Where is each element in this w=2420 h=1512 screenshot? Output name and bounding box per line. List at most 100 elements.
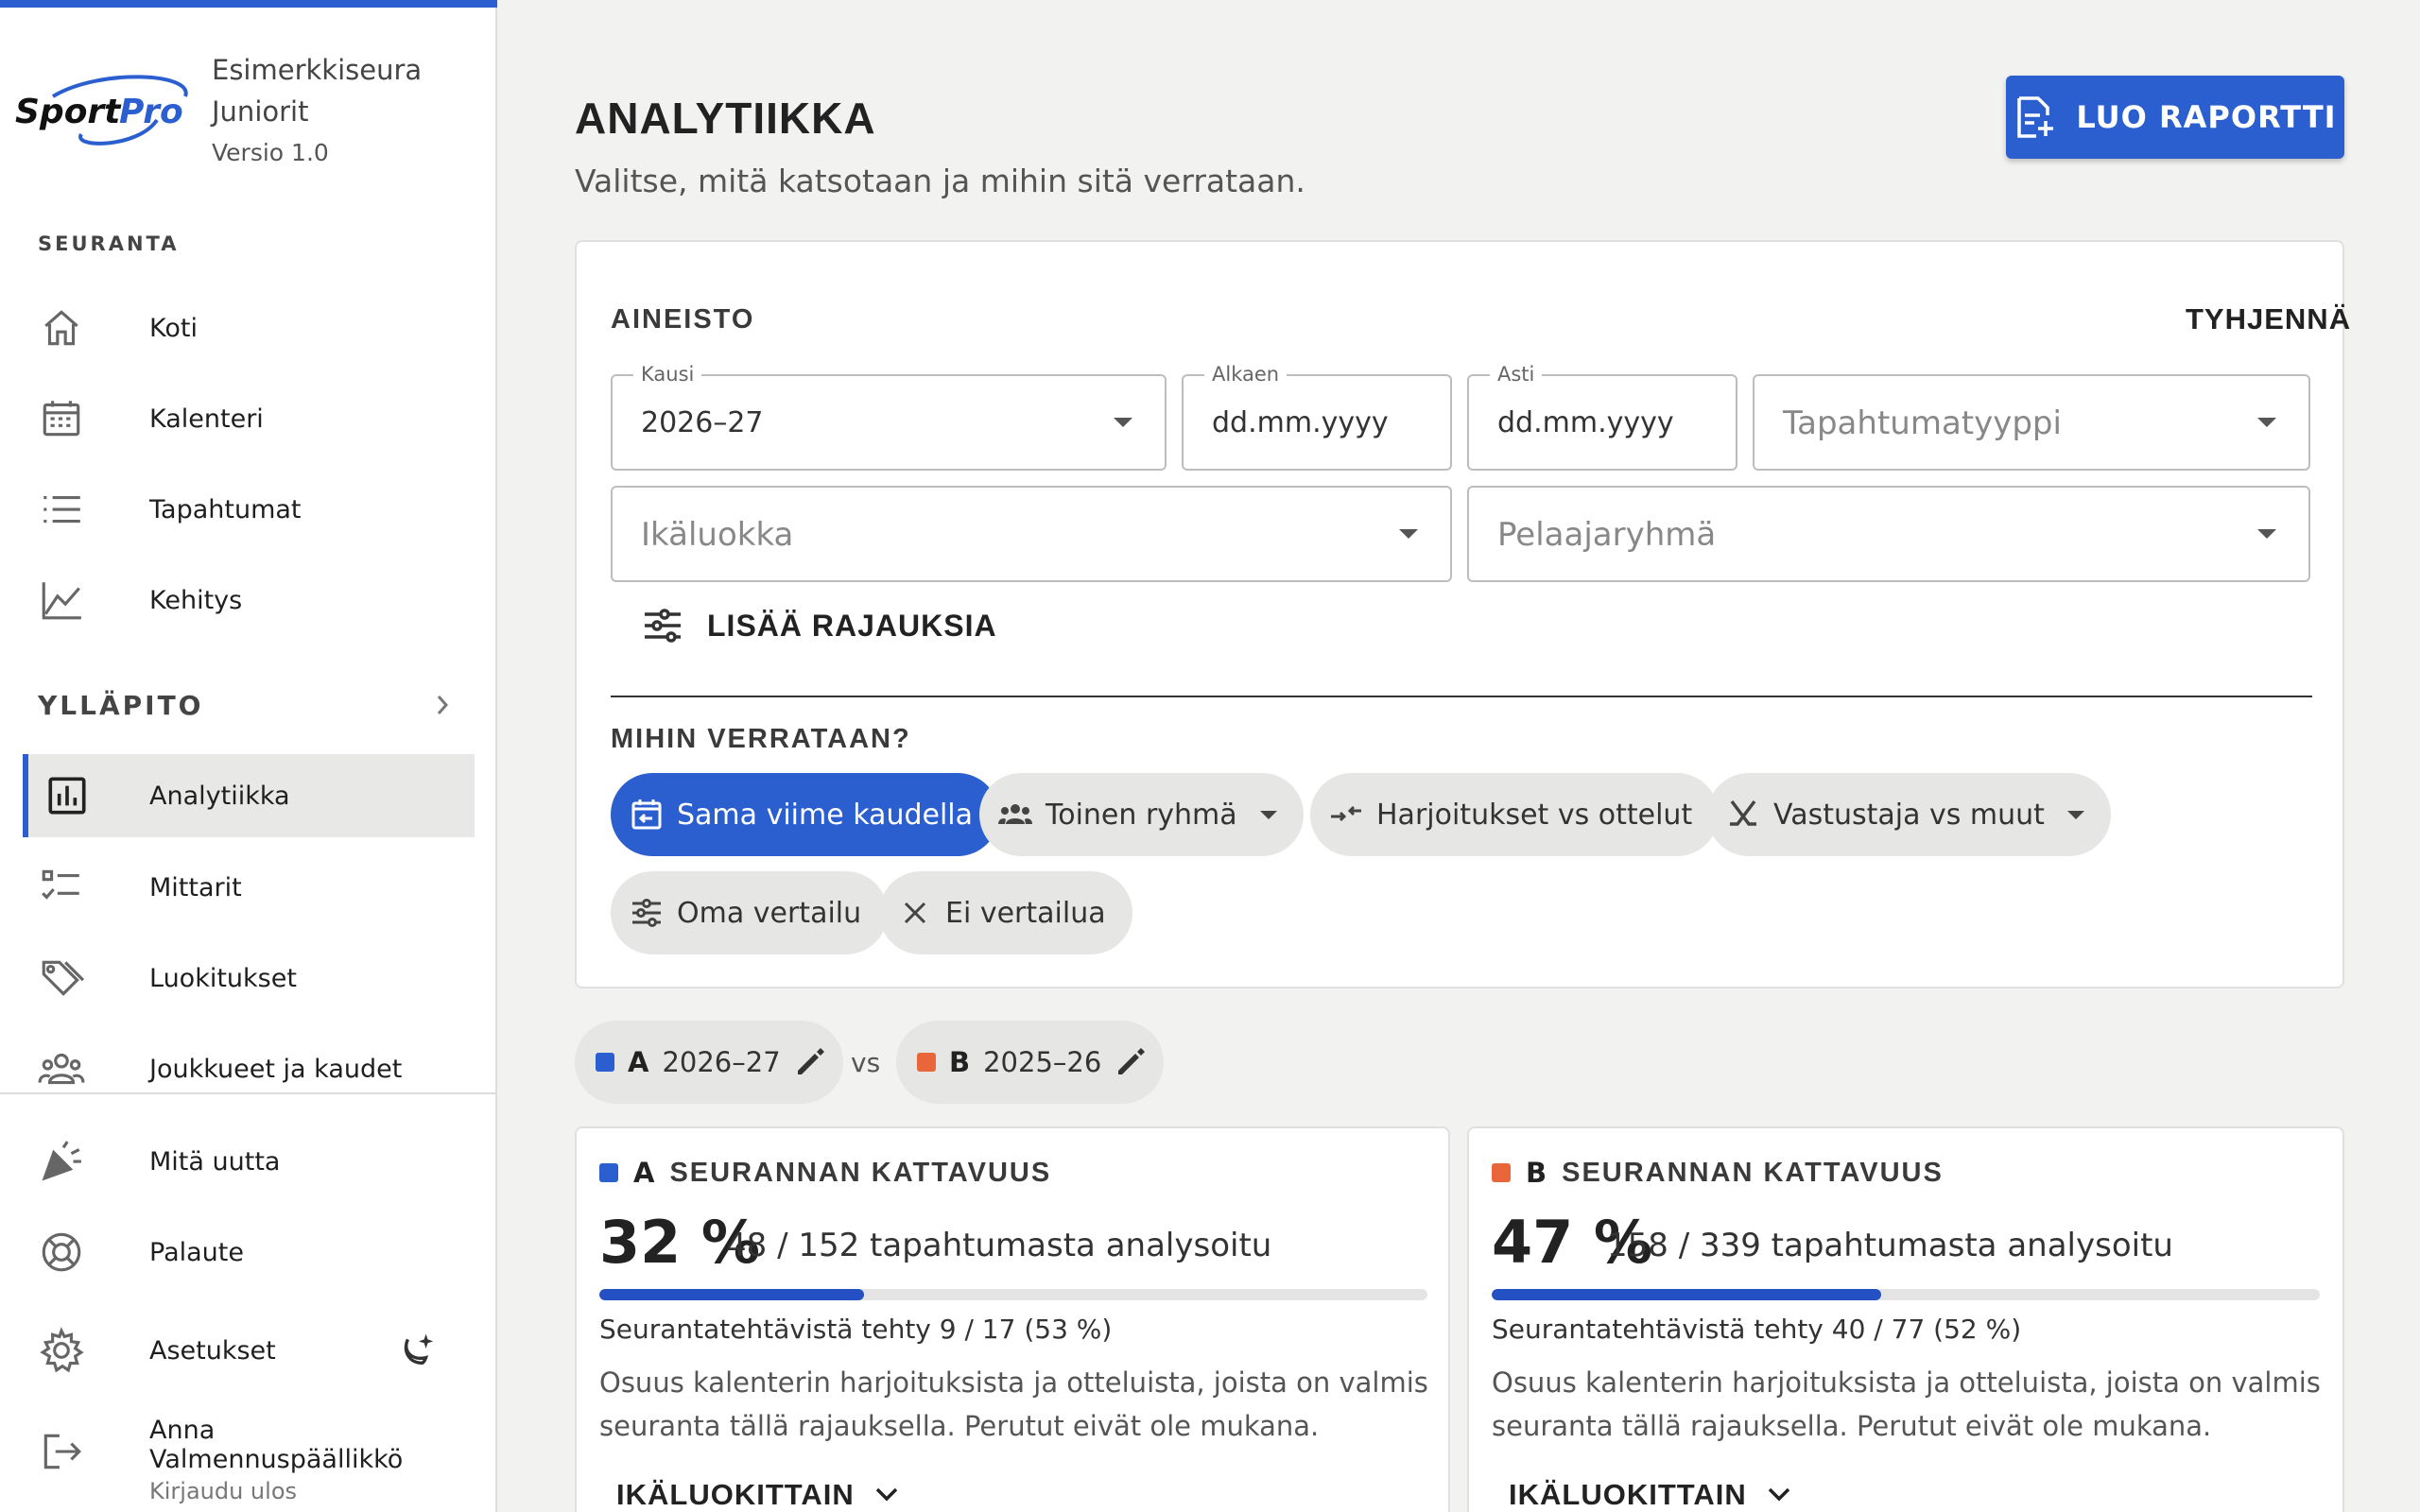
series-b-chip[interactable]: B 2025–26 xyxy=(896,1021,1165,1104)
nav-label: Mitä uutta xyxy=(149,1146,281,1177)
filter-card: AINEISTO TYHJENNÄ Kausi 2026–27 Alkaen d… xyxy=(575,240,2350,988)
chip-other-group[interactable]: Toinen ryhmä xyxy=(979,773,1304,856)
dark-mode-toggle-icon[interactable] xyxy=(395,1327,439,1370)
nav-label: Asetukset xyxy=(149,1335,276,1366)
series-a-swatch xyxy=(599,1163,618,1182)
chevron-down-icon xyxy=(1399,529,1418,539)
nav-item-mittarit[interactable]: Mittarit xyxy=(23,845,475,930)
gear-icon xyxy=(23,1322,102,1379)
analytics-icon xyxy=(28,767,108,824)
chip-custom-comparison[interactable]: Oma vertailu xyxy=(611,871,889,954)
edit-icon[interactable] xyxy=(794,1046,826,1078)
coverage-b-progress-fill xyxy=(1492,1289,1881,1300)
more-filters-label: LISÄÄ RAJAUKSIA xyxy=(707,608,997,643)
season-label: Kausi xyxy=(633,363,702,386)
season-select[interactable]: Kausi 2026–27 xyxy=(611,363,1167,471)
comparison-label: MIHIN VERRATAAN? xyxy=(611,724,911,754)
coverage-card-a: A SEURANNAN KATTAVUUS 32 % 48 / 152 tapa… xyxy=(575,1126,1450,1512)
season-value: 2026–27 xyxy=(641,406,764,439)
nav-item-palaute[interactable]: Palaute xyxy=(23,1210,475,1295)
svg-text:Sport: Sport xyxy=(15,93,122,131)
series-b-swatch xyxy=(917,1053,936,1072)
series-b-swatch xyxy=(1492,1163,1511,1182)
main-content: ANALYTIIKKA Valitse, mitä katsotaan ja m… xyxy=(497,0,2420,1512)
vs-label: vs xyxy=(851,1047,881,1078)
coverage-b-events: 158 / 339 tapahtumasta analysoitu xyxy=(1607,1227,2173,1264)
logout-label: Kirjaudu ulos xyxy=(149,1478,297,1504)
nav-item-luokitukset[interactable]: Luokitukset xyxy=(23,936,475,1021)
logout-item[interactable]: Anna Valmennuspäällikkö Kirjaudu ulos xyxy=(23,1406,475,1504)
event-type-select[interactable]: Tapahtumatyyppi xyxy=(1753,374,2310,471)
calendar-icon xyxy=(23,390,102,447)
create-report-button[interactable]: LUO RAPORTTI xyxy=(2006,76,2344,159)
chip-no-comparison[interactable]: Ei vertailua xyxy=(879,871,1132,954)
svg-text:Pro: Pro xyxy=(119,93,183,131)
lifebuoy-icon xyxy=(23,1224,102,1280)
coverage-b-tasks: Seurantatehtävistä tehty 40 / 77 (52 %) xyxy=(1492,1314,2022,1345)
list-icon xyxy=(23,481,102,538)
chevron-down-icon xyxy=(2066,810,2084,819)
chip-label: Toinen ryhmä xyxy=(1046,798,1237,832)
player-group-select[interactable]: Pelaajaryhmä xyxy=(1467,486,2310,582)
chevron-down-icon xyxy=(1259,810,1277,819)
sportpro-logo: Sport Pro xyxy=(15,75,188,146)
nav-item-koti[interactable]: Koti xyxy=(23,285,475,370)
series-b-letter: B xyxy=(949,1046,971,1078)
to-date-field[interactable]: Asti dd.mm.yyyy xyxy=(1467,363,1737,471)
nav-label: Koti xyxy=(149,313,198,343)
nav-label: Kalenteri xyxy=(149,404,264,434)
coverage-b-title: SEURANNAN KATTAVUUS xyxy=(1562,1157,1944,1188)
section-yllapito[interactable]: YLLÄPITO xyxy=(38,690,203,721)
brand: Sport Pro Esimerkkiseura Juniorit Versio… xyxy=(15,49,488,172)
nav-item-joukkueet[interactable]: Joukkueet ja kaudet xyxy=(23,1026,475,1111)
coverage-b-progress xyxy=(1492,1289,2320,1300)
chart-line-icon xyxy=(23,572,102,628)
chip-same-last-season[interactable]: Sama viime kaudella xyxy=(611,773,1000,856)
section-divider xyxy=(611,696,2312,697)
from-date-label: Alkaen xyxy=(1204,363,1288,386)
groups-icon xyxy=(23,1040,102,1097)
nav-item-kalenteri[interactable]: Kalenteri xyxy=(23,376,475,461)
coverage-b-letter: B xyxy=(1526,1157,1547,1189)
series-a-chip[interactable]: A 2026–27 xyxy=(575,1021,843,1104)
age-class-placeholder: Ikäluokka xyxy=(641,516,794,554)
nav-item-tapahtumat[interactable]: Tapahtumat xyxy=(23,467,475,552)
nav-item-mita-uutta[interactable]: Mitä uutta xyxy=(23,1119,475,1204)
age-class-select[interactable]: Ikäluokka xyxy=(611,486,1452,582)
section-aineisto: AINEISTO xyxy=(611,304,755,335)
coverage-card-b: B SEURANNAN KATTAVUUS 47 % 158 / 339 tap… xyxy=(1467,1126,2344,1512)
more-filters-button[interactable]: LISÄÄ RAJAUKSIA xyxy=(641,607,997,644)
celebration-icon xyxy=(23,1133,102,1190)
chip-label: Sama viime kaudella xyxy=(677,798,974,832)
clear-button[interactable]: TYHJENNÄ xyxy=(2186,302,2351,336)
coverage-a-progress xyxy=(599,1289,1427,1300)
nav-label: Kehitys xyxy=(149,585,243,615)
logout-icon xyxy=(23,1423,102,1480)
nav-label: Tapahtumat xyxy=(149,494,302,524)
nav-item-kehitys[interactable]: Kehitys xyxy=(23,558,475,643)
nav-item-analytiikka[interactable]: Analytiikka xyxy=(23,754,475,837)
chevron-down-icon xyxy=(1768,1487,1790,1502)
hockey-sticks-icon xyxy=(1730,799,1756,826)
player-group-placeholder: Pelaajaryhmä xyxy=(1497,516,1717,554)
nav-label: Analytiikka xyxy=(149,781,290,811)
from-date-field[interactable]: Alkaen dd.mm.yyyy xyxy=(1182,363,1452,471)
expand-label: IKÄLUOKITTAIN xyxy=(1509,1478,1747,1511)
chevron-right-icon[interactable] xyxy=(431,692,454,718)
coverage-b-expand-button[interactable]: IKÄLUOKITTAIN xyxy=(1509,1478,1792,1512)
chip-opponent-vs-others[interactable]: Vastustaja vs muut xyxy=(1707,773,2111,856)
edit-icon[interactable] xyxy=(1115,1046,1147,1078)
coverage-a-tasks: Seurantatehtävistä tehty 9 / 17 (53 %) xyxy=(599,1314,1113,1345)
to-date-label: Asti xyxy=(1490,363,1543,386)
create-report-label: LUO RAPORTTI xyxy=(2076,99,2337,135)
home-icon xyxy=(23,300,102,356)
expand-label: IKÄLUOKITTAIN xyxy=(616,1478,855,1511)
document-add-icon xyxy=(2017,96,2054,138)
coverage-b-description: Osuus kalenterin harjoituksista ja ottel… xyxy=(1492,1366,2321,1442)
calendar-back-icon xyxy=(631,799,662,830)
chip-training-vs-games[interactable]: Harjoitukset vs ottelut xyxy=(1310,773,1720,856)
coverage-a-events: 48 / 152 tapahtumasta analysoitu xyxy=(726,1227,1272,1264)
coverage-a-expand-button[interactable]: IKÄLUOKITTAIN xyxy=(616,1478,900,1512)
sidebar: Sport Pro Esimerkkiseura Juniorit Versio… xyxy=(0,0,497,1512)
coverage-a-progress-fill xyxy=(599,1289,865,1300)
